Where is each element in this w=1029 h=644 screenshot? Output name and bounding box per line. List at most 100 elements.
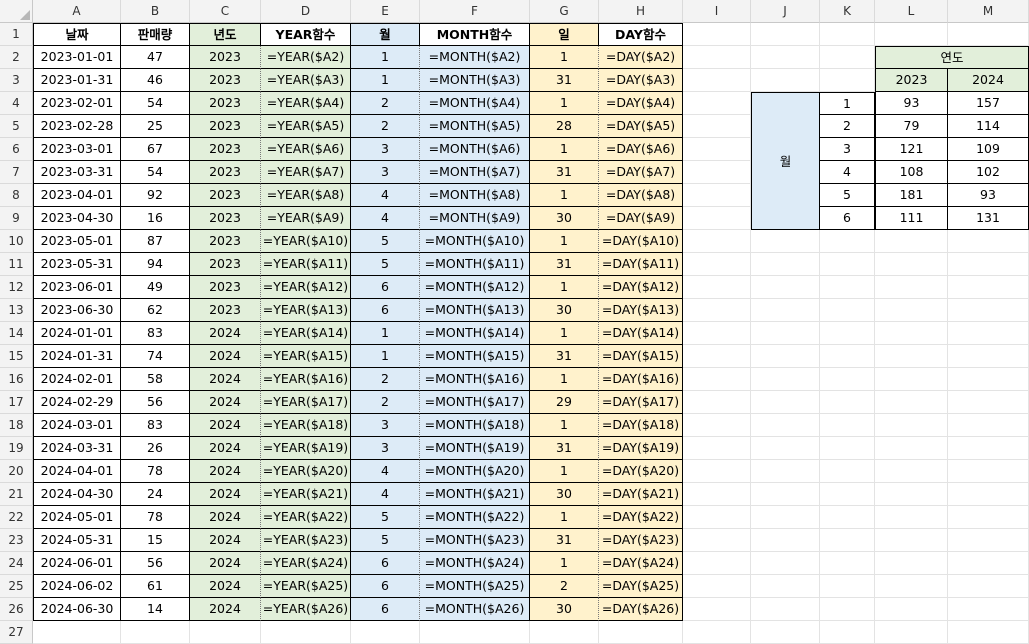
column-header[interactable]: G bbox=[530, 0, 599, 23]
row-header[interactable]: 7 bbox=[0, 161, 33, 184]
pivot-month-value[interactable]: 3 bbox=[820, 138, 875, 161]
table-cell[interactable]: =MONTH($A21) bbox=[420, 483, 530, 506]
grid-cell[interactable] bbox=[820, 460, 875, 483]
table-cell[interactable]: =DAY($A24) bbox=[599, 552, 683, 575]
pivot-year-label[interactable]: 2023 bbox=[875, 69, 948, 92]
row-header[interactable]: 5 bbox=[0, 115, 33, 138]
grid-cell[interactable] bbox=[683, 138, 751, 161]
column-header[interactable]: C bbox=[190, 0, 261, 23]
table-cell[interactable]: =YEAR($A8) bbox=[261, 184, 351, 207]
row-header[interactable]: 4 bbox=[0, 92, 33, 115]
table-cell[interactable]: 1 bbox=[351, 345, 420, 368]
table-cell[interactable]: =YEAR($A19) bbox=[261, 437, 351, 460]
grid-cell[interactable] bbox=[683, 253, 751, 276]
grid-cell[interactable] bbox=[530, 621, 599, 644]
row-header[interactable]: 2 bbox=[0, 46, 33, 69]
table-cell[interactable]: =DAY($A16) bbox=[599, 368, 683, 391]
grid-cell[interactable] bbox=[683, 506, 751, 529]
table-cell[interactable]: 47 bbox=[121, 46, 190, 69]
table-cell[interactable]: 1 bbox=[530, 184, 599, 207]
row-header[interactable]: 12 bbox=[0, 276, 33, 299]
grid-cell[interactable] bbox=[948, 299, 1029, 322]
column-header[interactable]: D bbox=[261, 0, 351, 23]
grid-cell[interactable] bbox=[948, 322, 1029, 345]
row-header[interactable]: 25 bbox=[0, 575, 33, 598]
table-cell[interactable]: =DAY($A3) bbox=[599, 69, 683, 92]
row-header[interactable]: 11 bbox=[0, 253, 33, 276]
table-cell[interactable]: 1 bbox=[530, 322, 599, 345]
table-cell[interactable]: =YEAR($A5) bbox=[261, 115, 351, 138]
grid-cell[interactable] bbox=[683, 69, 751, 92]
grid-cell[interactable] bbox=[121, 621, 190, 644]
pivot-month-label[interactable]: 월 bbox=[751, 92, 820, 230]
table-cell[interactable]: 54 bbox=[121, 161, 190, 184]
pivot-value-cell[interactable]: 111 bbox=[875, 207, 948, 230]
table-cell[interactable]: 2023 bbox=[190, 253, 261, 276]
table-cell[interactable]: 62 bbox=[121, 299, 190, 322]
table-cell[interactable]: 2024-01-01 bbox=[33, 322, 121, 345]
table-cell[interactable]: =DAY($A2) bbox=[599, 46, 683, 69]
table-cell[interactable]: 2024 bbox=[190, 414, 261, 437]
table-cell[interactable]: 30 bbox=[530, 207, 599, 230]
grid-cell[interactable] bbox=[875, 276, 948, 299]
table-cell[interactable]: 87 bbox=[121, 230, 190, 253]
table-cell[interactable]: 2024 bbox=[190, 391, 261, 414]
table-cell[interactable]: 2023 bbox=[190, 207, 261, 230]
table-cell[interactable]: 94 bbox=[121, 253, 190, 276]
table-cell[interactable]: 2023-02-01 bbox=[33, 92, 121, 115]
table-cell[interactable]: =MONTH($A25) bbox=[420, 575, 530, 598]
table-cell[interactable]: 2 bbox=[351, 391, 420, 414]
grid-cell[interactable] bbox=[683, 92, 751, 115]
table-cell[interactable]: =DAY($A8) bbox=[599, 184, 683, 207]
select-all-corner[interactable] bbox=[0, 0, 33, 23]
table-cell[interactable]: =DAY($A26) bbox=[599, 598, 683, 621]
table-cell[interactable]: 24 bbox=[121, 483, 190, 506]
table-cell[interactable]: =YEAR($A21) bbox=[261, 483, 351, 506]
table-cell[interactable]: 1 bbox=[530, 414, 599, 437]
table-cell[interactable]: =YEAR($A24) bbox=[261, 552, 351, 575]
row-header[interactable]: 15 bbox=[0, 345, 33, 368]
table-cell[interactable]: 4 bbox=[351, 184, 420, 207]
table-cell[interactable]: 2024 bbox=[190, 437, 261, 460]
table-cell[interactable]: =YEAR($A7) bbox=[261, 161, 351, 184]
table-cell[interactable]: =MONTH($A3) bbox=[420, 69, 530, 92]
pivot-value-cell[interactable]: 93 bbox=[948, 184, 1029, 207]
table-cell[interactable]: 1 bbox=[530, 46, 599, 69]
grid-cell[interactable] bbox=[683, 529, 751, 552]
table-cell[interactable]: 2024-06-30 bbox=[33, 598, 121, 621]
table-cell[interactable]: =YEAR($A14) bbox=[261, 322, 351, 345]
table-cell[interactable]: 31 bbox=[530, 345, 599, 368]
row-header[interactable]: 1 bbox=[0, 23, 33, 46]
grid-cell[interactable] bbox=[875, 483, 948, 506]
grid-cell[interactable] bbox=[683, 276, 751, 299]
table-cell[interactable]: 2023-03-31 bbox=[33, 161, 121, 184]
grid-cell[interactable] bbox=[683, 345, 751, 368]
table-cell[interactable]: 3 bbox=[351, 161, 420, 184]
table-cell[interactable]: 5 bbox=[351, 506, 420, 529]
table-header-cell[interactable]: 월 bbox=[351, 23, 420, 46]
grid-cell[interactable] bbox=[751, 276, 820, 299]
table-cell[interactable]: 2023 bbox=[190, 69, 261, 92]
table-cell[interactable]: =DAY($A23) bbox=[599, 529, 683, 552]
table-cell[interactable]: 2023 bbox=[190, 92, 261, 115]
table-cell[interactable]: 16 bbox=[121, 207, 190, 230]
grid-cell[interactable] bbox=[820, 621, 875, 644]
pivot-value-cell[interactable]: 109 bbox=[948, 138, 1029, 161]
table-cell[interactable]: 54 bbox=[121, 92, 190, 115]
table-cell[interactable]: =DAY($A14) bbox=[599, 322, 683, 345]
table-cell[interactable]: 56 bbox=[121, 391, 190, 414]
grid-cell[interactable] bbox=[820, 414, 875, 437]
table-cell[interactable]: 2024-06-02 bbox=[33, 575, 121, 598]
table-cell[interactable]: 31 bbox=[530, 69, 599, 92]
grid-cell[interactable] bbox=[33, 621, 121, 644]
table-cell[interactable]: =YEAR($A12) bbox=[261, 276, 351, 299]
column-header[interactable]: E bbox=[351, 0, 420, 23]
table-cell[interactable]: =DAY($A4) bbox=[599, 92, 683, 115]
grid-cell[interactable] bbox=[683, 161, 751, 184]
table-cell[interactable]: 1 bbox=[530, 506, 599, 529]
row-header[interactable]: 9 bbox=[0, 207, 33, 230]
table-cell[interactable]: =MONTH($A4) bbox=[420, 92, 530, 115]
row-header[interactable]: 13 bbox=[0, 299, 33, 322]
grid-cell[interactable] bbox=[875, 299, 948, 322]
grid-cell[interactable] bbox=[751, 621, 820, 644]
